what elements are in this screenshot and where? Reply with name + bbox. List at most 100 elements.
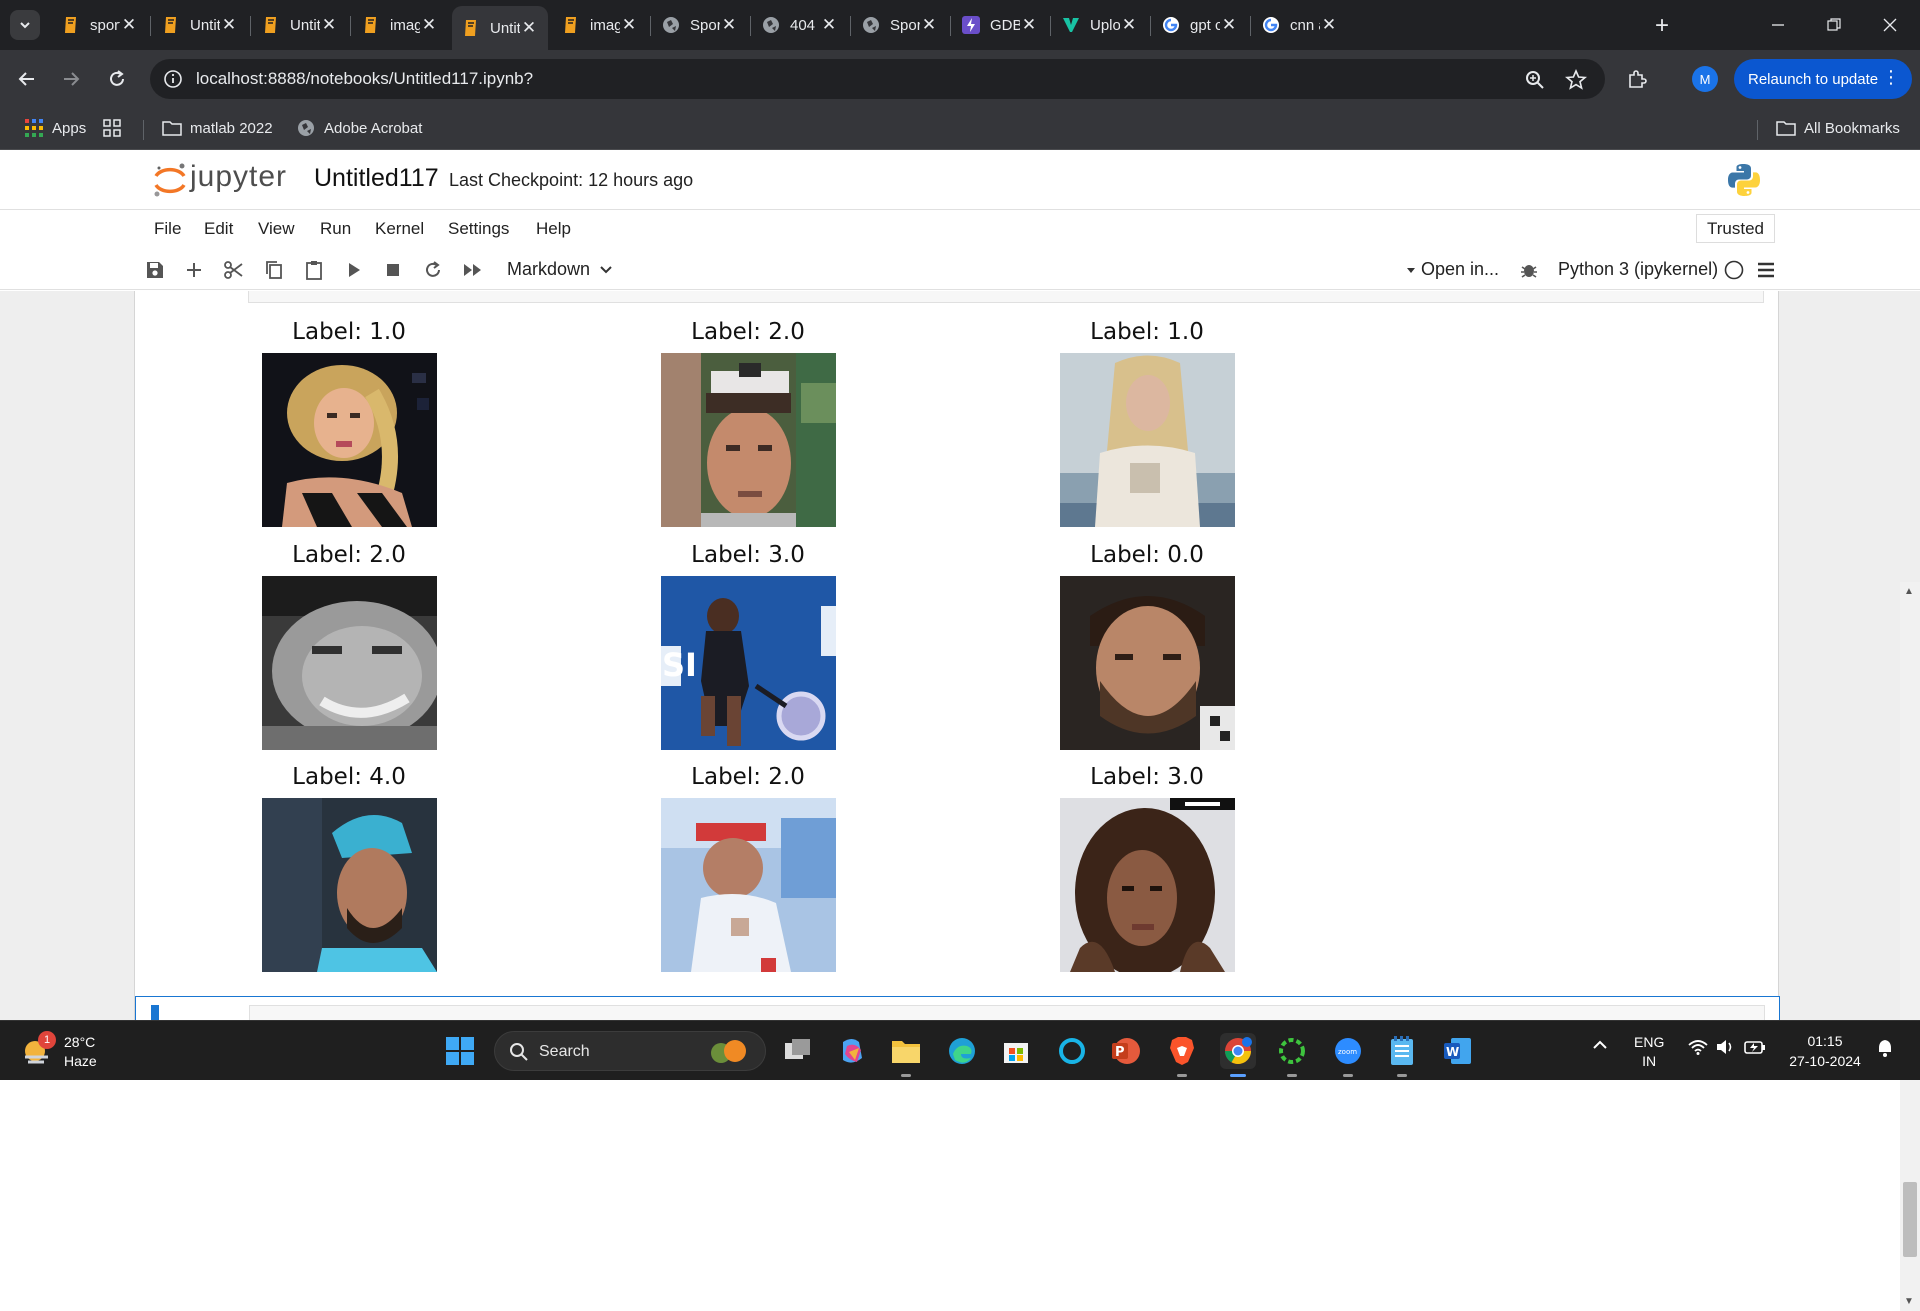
- browser-tab[interactable]: cnn a✕: [1252, 8, 1348, 42]
- taskbar-search[interactable]: Search: [494, 1031, 766, 1071]
- zoom-icon[interactable]: [1523, 68, 1547, 92]
- powerpoint-app[interactable]: P: [1108, 1033, 1144, 1069]
- browser-tab[interactable]: Uplo ✕: [1052, 8, 1148, 42]
- insert-cell-button[interactable]: [182, 258, 206, 282]
- notepad-app[interactable]: [1384, 1033, 1420, 1077]
- menu-help[interactable]: Help: [536, 219, 571, 239]
- site-info-icon[interactable]: [162, 68, 184, 90]
- menu-run[interactable]: Run: [320, 219, 351, 239]
- all-bookmarks[interactable]: All Bookmarks: [1776, 118, 1900, 138]
- forward-button[interactable]: [56, 64, 86, 94]
- copy-button[interactable]: [262, 258, 286, 282]
- start-button[interactable]: [442, 1033, 478, 1069]
- menu-edit[interactable]: Edit: [204, 219, 233, 239]
- scroll-down-arrow-icon[interactable]: ▼: [1904, 1296, 1914, 1307]
- bookmark-star-icon[interactable]: [1564, 68, 1588, 92]
- copilot-app[interactable]: [834, 1033, 870, 1069]
- notifications-button[interactable]: [1876, 1038, 1894, 1061]
- browser-tab[interactable]: Sport✕: [652, 8, 748, 42]
- reload-button[interactable]: [102, 64, 132, 94]
- debugger-button[interactable]: [1517, 258, 1541, 282]
- microsoft-store-app[interactable]: [998, 1033, 1034, 1069]
- close-tab-icon[interactable]: ✕: [720, 15, 738, 35]
- menu-kernel[interactable]: Kernel: [375, 219, 424, 239]
- notebook-menu-button[interactable]: [1754, 258, 1778, 282]
- close-tab-icon[interactable]: ✕: [1020, 15, 1038, 35]
- browser-tab[interactable]: Untit ✕: [152, 8, 248, 42]
- notebook-scrollbar[interactable]: ▲ ▼: [1900, 582, 1920, 1311]
- close-window-button[interactable]: [1872, 10, 1908, 40]
- zoom-app[interactable]: zoom: [1330, 1033, 1366, 1077]
- back-button[interactable]: [12, 64, 42, 94]
- chrome-app[interactable]: [1220, 1033, 1256, 1077]
- browser-tab[interactable]: sport✕: [52, 8, 148, 42]
- cut-button[interactable]: [222, 258, 246, 282]
- close-tab-icon[interactable]: ✕: [520, 18, 538, 38]
- battery-status[interactable]: [1744, 1038, 1766, 1059]
- bookmark-acrobat[interactable]: Adobe Acrobat: [296, 118, 422, 138]
- restart-run-all-button[interactable]: [461, 258, 485, 282]
- browser-tab[interactable]: imag ✕: [552, 8, 648, 42]
- scroll-up-arrow-icon[interactable]: ▲: [1904, 586, 1914, 597]
- open-in-dropdown[interactable]: Open in...: [1406, 259, 1499, 280]
- close-tab-icon[interactable]: ✕: [120, 15, 138, 35]
- bookmark-apps[interactable]: Apps: [24, 118, 86, 138]
- interrupt-kernel-button[interactable]: [381, 258, 405, 282]
- address-bar[interactable]: localhost:8888/notebooks/Untitled117.ipy…: [150, 59, 1605, 99]
- close-tab-icon[interactable]: ✕: [620, 15, 638, 35]
- notebook-title[interactable]: Untitled117: [314, 164, 439, 193]
- word-app[interactable]: W: [1440, 1033, 1476, 1069]
- close-tab-icon[interactable]: ✕: [1220, 15, 1238, 35]
- tab-groups-button[interactable]: [102, 118, 130, 138]
- menu-view[interactable]: View: [258, 219, 295, 239]
- url-text[interactable]: localhost:8888/notebooks/Untitled117.ipy…: [196, 69, 533, 89]
- menu-settings[interactable]: Settings: [448, 219, 509, 239]
- weather-widget[interactable]: 1 28°C Haze: [20, 1031, 140, 1073]
- browser-tab[interactable]: GDB ✕: [952, 8, 1048, 42]
- menu-file[interactable]: File: [154, 219, 181, 239]
- bookmark-matlab[interactable]: matlab 2022: [162, 118, 273, 138]
- scrollbar-thumb[interactable]: [1903, 1182, 1917, 1257]
- jupyter-logo-icon[interactable]: [150, 160, 190, 200]
- restart-kernel-button[interactable]: [421, 258, 445, 282]
- brave-app[interactable]: [1164, 1033, 1200, 1077]
- extensions-button[interactable]: [1622, 64, 1652, 94]
- volume-control[interactable]: [1716, 1039, 1736, 1058]
- run-cell-button[interactable]: [342, 258, 366, 282]
- close-tab-icon[interactable]: ✕: [220, 15, 238, 35]
- file-explorer-app[interactable]: [888, 1033, 924, 1077]
- kernel-name[interactable]: Python 3 (ipykernel): [1558, 259, 1718, 280]
- close-tab-icon[interactable]: ✕: [1120, 15, 1138, 35]
- save-button[interactable]: [143, 258, 167, 282]
- new-tab-button[interactable]: +: [1648, 12, 1676, 40]
- relaunch-button[interactable]: Relaunch to update ⋮: [1734, 59, 1912, 99]
- close-tab-icon[interactable]: ✕: [920, 15, 938, 35]
- spinner-app[interactable]: [1274, 1033, 1310, 1077]
- paste-button[interactable]: [302, 258, 326, 282]
- browser-tab[interactable]: Untit ✕: [452, 6, 548, 50]
- previous-cell-input[interactable]: [248, 291, 1764, 303]
- minimize-button[interactable]: [1760, 10, 1796, 40]
- edge-app[interactable]: [944, 1033, 980, 1069]
- input-language[interactable]: ENG IN: [1634, 1033, 1664, 1071]
- close-tab-icon[interactable]: ✕: [420, 15, 438, 35]
- trusted-indicator[interactable]: Trusted: [1696, 214, 1776, 243]
- browser-tab[interactable]: 404 I✕: [752, 8, 848, 42]
- close-tab-icon[interactable]: ✕: [820, 15, 838, 35]
- browser-tab[interactable]: imag ✕: [352, 8, 448, 42]
- browser-tab[interactable]: Sport✕: [852, 8, 948, 42]
- profile-avatar[interactable]: M: [1692, 66, 1718, 92]
- show-hidden-icons-button[interactable]: [1592, 1037, 1608, 1056]
- cell-type-dropdown[interactable]: Markdown: [507, 259, 613, 280]
- browser-tab[interactable]: gpt c ✕: [1152, 8, 1248, 42]
- cortana-app[interactable]: [1054, 1033, 1090, 1069]
- taskbar-clock[interactable]: 01:15 27-10-2024: [1780, 1031, 1870, 1071]
- close-tab-icon[interactable]: ✕: [1320, 15, 1338, 35]
- task-view-button[interactable]: [780, 1033, 816, 1069]
- tab-search-button[interactable]: [10, 10, 40, 40]
- restore-button[interactable]: [1816, 10, 1852, 40]
- browser-tab[interactable]: Untit ✕: [252, 8, 348, 42]
- close-tab-icon[interactable]: ✕: [320, 15, 338, 35]
- google-icon: [1262, 16, 1280, 34]
- network-status[interactable]: [1688, 1039, 1708, 1058]
